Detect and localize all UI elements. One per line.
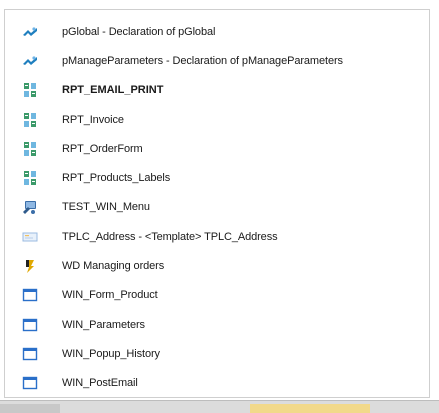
status-bar-strip xyxy=(0,400,439,413)
test-icon xyxy=(22,199,38,215)
list-item-rpt-invoice[interactable]: RPT_Invoice xyxy=(5,105,429,134)
list-item-test-win-menu[interactable]: TEST_WIN_Menu xyxy=(5,193,429,222)
list-item-rpt-orderform[interactable]: RPT_OrderForm xyxy=(5,134,429,163)
list-item-rpt-email-print[interactable]: RPT_EMAIL_PRINT xyxy=(5,76,429,105)
list-item-pmanageparameters[interactable]: pManageParameters - Declaration of pMana… xyxy=(5,46,429,75)
list-item-win-parameters[interactable]: WIN_Parameters xyxy=(5,310,429,339)
window-icon xyxy=(22,375,38,391)
wizard-icon xyxy=(22,258,38,274)
list-item-rpt-products-labels[interactable]: RPT_Products_Labels xyxy=(5,163,429,192)
list-item-label: RPT_OrderForm xyxy=(62,142,143,155)
completion-list-popup: pGlobal - Declaration of pGlobal pManage… xyxy=(4,9,430,398)
list-item-label: RPT_Products_Labels xyxy=(62,172,171,185)
list-item-label: WIN_Form_Product xyxy=(62,289,158,302)
report-icon xyxy=(22,82,38,98)
list-item-label: RPT_Invoice xyxy=(62,113,124,126)
list-item-label: pManageParameters - Declaration of pMana… xyxy=(62,54,343,67)
list-item-win-postemail[interactable]: WIN_PostEmail xyxy=(5,369,429,398)
list-item-label: WIN_PostEmail xyxy=(62,377,138,390)
list-item-wd-managing-orders[interactable]: WD Managing orders xyxy=(5,251,429,280)
window-icon xyxy=(22,346,38,362)
list-item-label: TEST_WIN_Menu xyxy=(62,201,150,214)
list-item-label: pGlobal - Declaration of pGlobal xyxy=(62,25,216,38)
list-item-label: WIN_Popup_History xyxy=(62,347,160,360)
list-item-label: WD Managing orders xyxy=(62,260,165,273)
list-item-label: TPLC_Address - <Template> TPLC_Address xyxy=(62,230,278,243)
procedure-icon xyxy=(22,24,38,40)
procedure-icon xyxy=(22,53,38,69)
list-item-win-form-product[interactable]: WIN_Form_Product xyxy=(5,281,429,310)
list-item-tplc-address[interactable]: TPLC_Address - <Template> TPLC_Address xyxy=(5,222,429,251)
list-item-pglobal[interactable]: pGlobal - Declaration of pGlobal xyxy=(5,17,429,46)
report-icon xyxy=(22,170,38,186)
list-item-label: WIN_Parameters xyxy=(62,318,145,331)
list-item-win-popup-history[interactable]: WIN_Popup_History xyxy=(5,339,429,368)
template-icon xyxy=(22,229,38,245)
window-icon xyxy=(22,287,38,303)
list-item-label: RPT_EMAIL_PRINT xyxy=(62,84,164,97)
window-icon xyxy=(22,317,38,333)
report-icon xyxy=(22,141,38,157)
report-icon xyxy=(22,112,38,128)
